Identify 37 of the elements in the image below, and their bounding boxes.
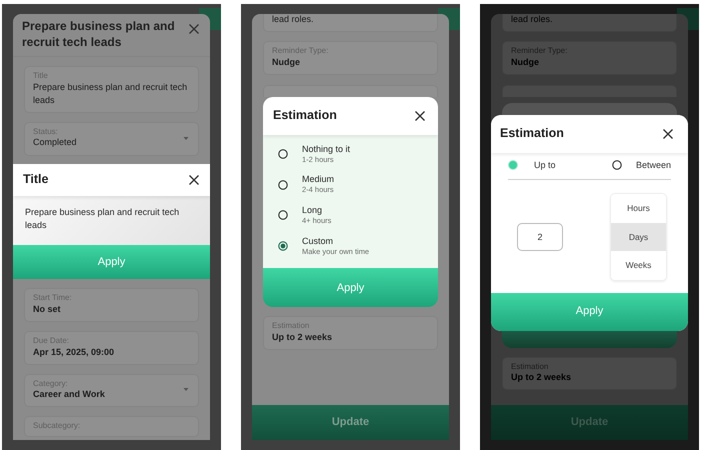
field-value: Nudge <box>511 56 540 69</box>
radio-button[interactable] <box>278 210 288 220</box>
caret-icon <box>182 136 190 141</box>
radio-button[interactable] <box>278 149 288 159</box>
close-icon[interactable] <box>662 128 674 140</box>
sheet-title: Prepare business plan and recruit tech leads <box>22 19 176 50</box>
field-value: Up to 2 weeks <box>511 371 572 384</box>
option-label: Between <box>636 158 671 172</box>
unit-option[interactable]: Days <box>611 222 666 252</box>
option-label: Up to <box>534 158 556 172</box>
field-value: Apr 15, 2025, 09:00 <box>33 346 116 359</box>
field-value: lead roles. <box>511 14 554 26</box>
close-icon[interactable] <box>188 174 200 186</box>
field-value: lead roles. <box>272 14 315 26</box>
field-value: Nudge <box>272 56 301 69</box>
radio-button[interactable] <box>612 160 622 170</box>
field-value: Prepare business plan and recruit tech leads <box>33 80 188 107</box>
field-value: No set <box>33 302 62 316</box>
close-icon[interactable] <box>414 110 426 122</box>
radio-button[interactable] <box>278 240 288 251</box>
dialog-title: Estimation <box>273 107 337 124</box>
number-input[interactable]: 2 <box>517 222 563 251</box>
field-value: Career and Work <box>33 388 106 402</box>
caret-icon <box>182 387 190 392</box>
form-field[interactable]: lead roles. <box>263 14 438 32</box>
unit-option[interactable]: Weeks <box>611 251 666 280</box>
option-label: Medium <box>302 173 334 186</box>
radio-button[interactable] <box>278 180 288 190</box>
option-label: Long <box>302 204 324 216</box>
text-field[interactable]: Prepare business plan and recruit tech leads <box>13 196 210 246</box>
unit-option[interactable]: Hours <box>611 194 666 223</box>
dialog-title: Title <box>23 171 48 188</box>
dialog-title: Estimation <box>500 125 564 142</box>
field-value: Up to 2 weeks <box>272 330 334 344</box>
field-value: Completed <box>33 136 78 150</box>
option-label: Custom <box>302 234 334 247</box>
option-label: Nothing to it <box>302 142 350 155</box>
